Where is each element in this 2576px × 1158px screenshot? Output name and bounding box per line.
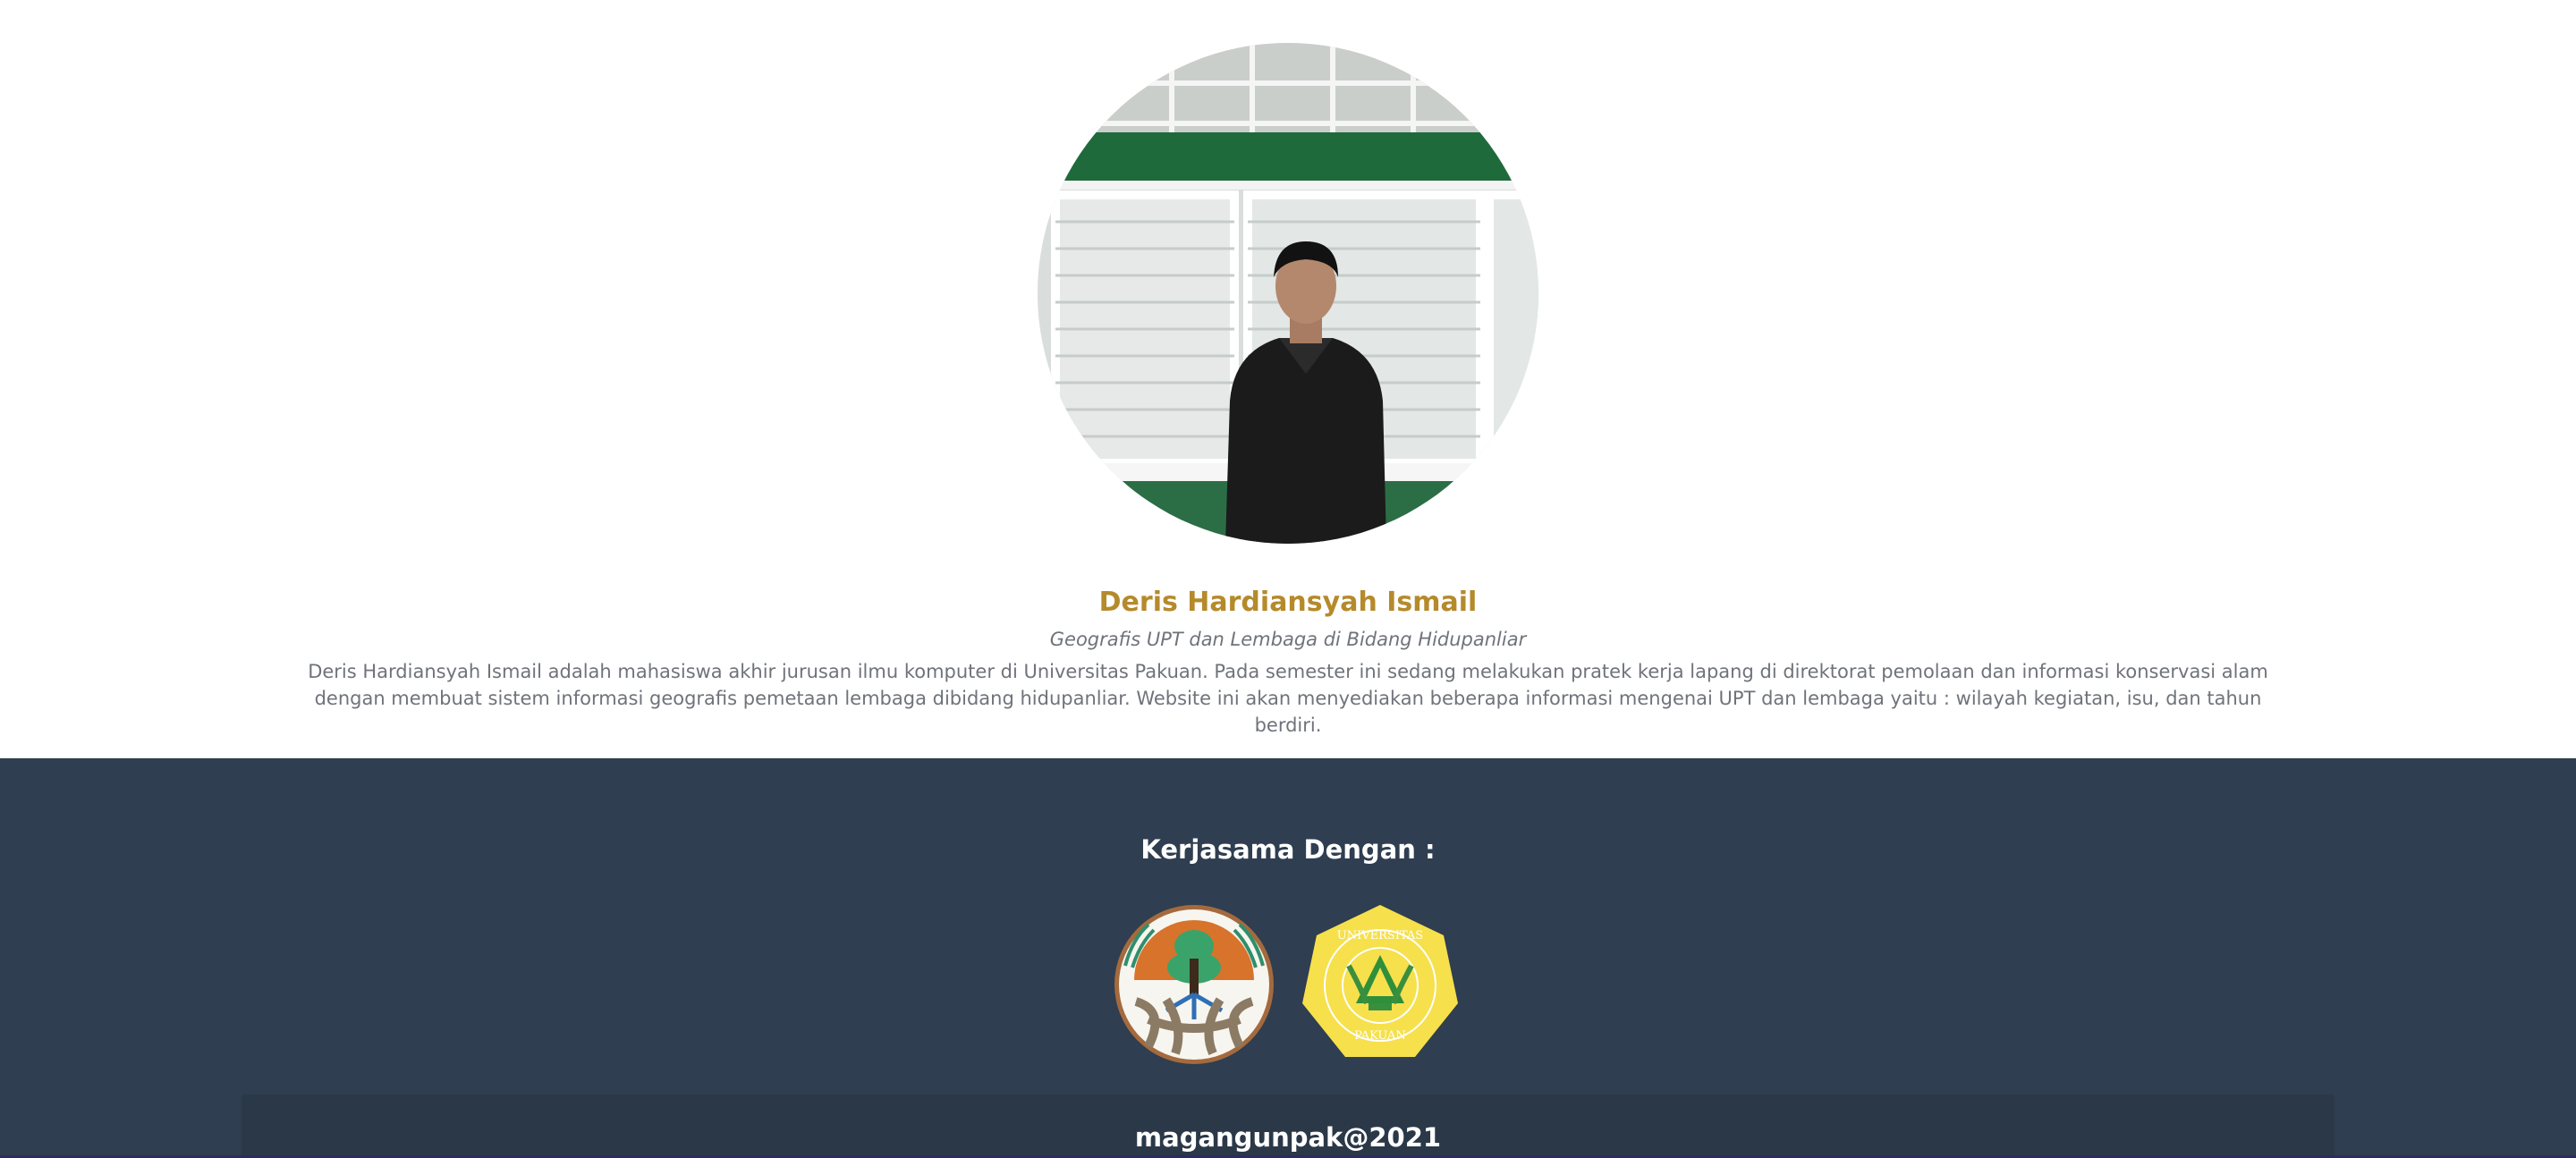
partner-title: Kerjasama Dengan : [1140, 834, 1436, 865]
svg-text:UNIVERSITAS: UNIVERSITAS [1337, 929, 1423, 942]
profile-photo [1038, 43, 1538, 544]
profile-bio: Deris Hardiansyah Ismail adalah mahasisw… [308, 661, 2268, 736]
klhk-logo [1113, 903, 1275, 1066]
profile-section: Deris Hardiansyah Ismail Geografis UPT d… [0, 0, 2576, 758]
copyright-text: magangunpak@2021 [1134, 1122, 1442, 1153]
profile-name: Deris Hardiansyah Ismail [1098, 587, 1478, 618]
universitas-pakuan-logo: UNIVERSITAS PAKUAN [1299, 903, 1462, 1066]
svg-text:PAKUAN: PAKUAN [1354, 1029, 1406, 1043]
profile-role: Geografis UPT dan Lembaga di Bidang Hidu… [1049, 629, 1527, 650]
